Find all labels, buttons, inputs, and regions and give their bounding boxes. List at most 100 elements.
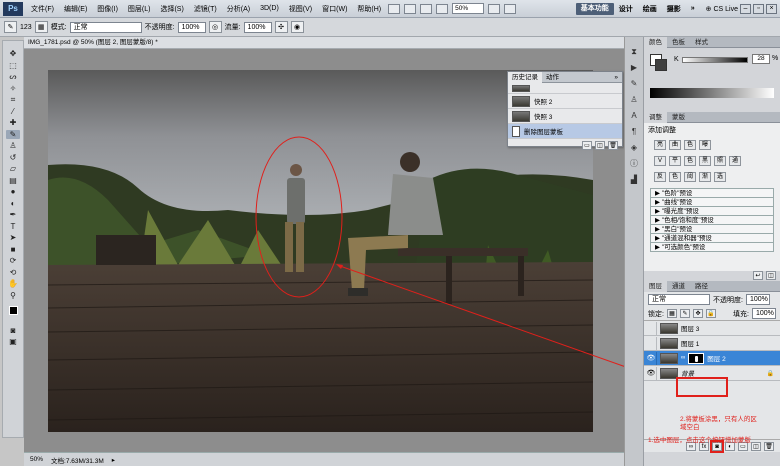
lock-all-icon[interactable]: 🔒 [705,309,716,318]
histogram-panel-icon[interactable]: ▟ [628,175,640,185]
preset-label: "曲线"预设 [661,199,693,206]
history-row-label: 快照 2 [534,99,553,106]
k-channel-label: K [674,56,679,63]
layers-panel: 正常 不透明度: 100% 锁定: ▦ ✎ ✥ 🔒 填充: 100% 图层 3 [644,292,780,453]
history-panel-tabs: 历史记录 动作 » [508,71,622,83]
lock-position-icon[interactable]: ✥ [692,309,703,318]
k-value-field[interactable]: 28 [752,54,770,64]
history-step-icon [512,125,520,137]
history-row-label: 删除图层蒙板 [524,129,563,136]
brightness-icon[interactable]: 亮 [654,140,666,150]
tab-channels[interactable]: 通道 [667,281,690,292]
fill-label: 填充: [733,310,749,318]
adjust-clip-icon[interactable]: ◫ [766,271,776,280]
info-panel-icon[interactable]: ⓘ [628,159,640,169]
link-icon[interactable]: ∞ [681,355,685,361]
k-slider[interactable] [682,57,748,63]
preset-label: "色相/饱和度"预设 [661,217,714,224]
tab-styles[interactable]: 样式 [690,37,713,48]
preset-selective-color[interactable]: ▶ "可选颜色"预设 [650,242,774,252]
annotation-box [676,377,728,397]
hue-sat-icon[interactable]: 平 [669,156,681,166]
threshold-icon[interactable]: 阈 [684,172,696,182]
brush-panel-icon[interactable]: ✎ [628,79,640,89]
tab-color[interactable]: 颜色 [644,36,667,48]
layer-row-1[interactable]: 图层 1 [644,336,780,351]
blend-mode-select[interactable]: 正常 [648,294,710,305]
lock-transparent-icon[interactable]: ▦ [666,309,677,318]
layer-mask-thumb[interactable] [688,352,705,364]
adjust-panel-tabs: 调整 蒙版 [644,111,780,123]
clone-source-icon[interactable]: ♙ [628,95,640,105]
adjust-icons-row3: 反 色 阈 渐 选 [644,169,780,185]
layer-row-2-selected[interactable]: 👁 ∞ 图层 2 [644,351,780,366]
visibility-off-icon[interactable] [646,321,657,335]
adjust-icons-row1: 亮 曲 色 曝 [644,137,780,153]
tab-layers[interactable]: 图层 [644,280,667,292]
panel-collapse-icon[interactable]: » [610,72,622,83]
history-row-partial[interactable] [508,83,622,94]
layer-thumb [660,322,678,334]
navigator-panel-icon[interactable]: ◈ [628,143,640,153]
tab-adjustments[interactable]: 调整 [644,111,667,123]
selective-color-icon[interactable]: 选 [714,172,726,182]
actions-panel-icon[interactable]: ▶ [628,63,640,73]
layer-name: 图层 2 [707,356,726,363]
annotation-note1: 1.选中图层，点击这个按钮增加蒙版 [648,437,751,444]
posterize-icon[interactable]: 色 [669,172,681,182]
fill-field[interactable]: 100% [752,308,776,319]
levels-icon[interactable]: 曲 [669,140,681,150]
color-ramp[interactable] [650,88,774,98]
preset-label: "通道混和器"预设 [661,235,712,242]
tab-paths[interactable]: 路径 [690,281,713,292]
trash-icon[interactable]: 🗑 [608,141,618,150]
adjust-return-icon[interactable]: ↩ [753,271,763,280]
tab-history[interactable]: 历史记录 [508,71,542,83]
preset-label: "曝光度"预设 [661,208,699,215]
color-balance-icon[interactable]: 色 [684,156,696,166]
layer-name: 图层 3 [681,326,700,333]
tab-masks[interactable]: 蒙版 [667,112,690,123]
eye-icon[interactable]: 👁 [646,351,657,365]
status-arrow-icon[interactable]: ▸ [112,456,115,464]
history-row-current[interactable]: 删除图层蒙板 [508,124,622,139]
panel-dock: 颜色 色板 样式 K 28 % 调整 蒙版 添加调整 亮 曲 色 曝 V 平 色… [643,36,780,466]
exposure-icon[interactable]: 曝 [699,140,711,150]
layers-blend-row: 正常 不透明度: 100% [644,292,780,307]
visibility-off-icon[interactable] [646,336,657,350]
new-snapshot-icon[interactable]: ◫ [595,141,605,150]
history-row[interactable]: 快照 2 [508,94,622,109]
layers-panel-tabs: 图层 通道 路径 [644,280,780,292]
lock-label: 锁定: [648,310,664,318]
layer-opacity-field[interactable]: 100% [745,294,770,305]
adjust-title: 添加调整 [648,127,676,134]
lock-pixels-icon[interactable]: ✎ [679,309,690,318]
layer-thumb [660,337,678,349]
new-doc-from-state-icon[interactable]: ▭ [582,141,592,150]
history-row[interactable]: 快照 3 [508,109,622,124]
history-thumb [512,95,530,107]
history-thumb [512,84,530,92]
curves-icon[interactable]: 色 [684,140,696,150]
photo-filter-icon[interactable]: 照 [714,156,726,166]
vibrance-icon[interactable]: V [654,156,666,166]
adjust-icons-row2: V 平 色 黑 照 通 [644,153,780,169]
background-swatch[interactable] [655,59,667,71]
new-layer-icon[interactable]: ◫ [751,442,761,451]
gradient-map-icon[interactable]: 渐 [699,172,711,182]
character-panel-icon[interactable]: A [628,111,640,121]
invert-icon[interactable]: 反 [654,172,666,182]
preset-label: "色阶"预设 [661,190,693,197]
eye-icon[interactable]: 👁 [646,366,657,380]
status-bar: 50% 文档:7.63M/31.3M ▸ [24,452,624,466]
black-white-icon[interactable]: 黑 [699,156,711,166]
tab-swatches[interactable]: 色板 [667,37,690,48]
status-zoom[interactable]: 50% [30,456,43,463]
history-panel-icon[interactable]: ⧗ [628,47,640,57]
adjust-panel: 添加调整 亮 曲 色 曝 V 平 色 黑 照 通 反 色 阈 渐 选 ▶ "色阶… [644,123,780,271]
layer-row-3[interactable]: 图层 3 [644,321,780,336]
delete-layer-icon[interactable]: 🗑 [764,442,774,451]
channel-mixer-icon[interactable]: 通 [729,156,741,166]
paragraph-panel-icon[interactable]: ¶ [628,127,640,137]
tab-actions[interactable]: 动作 [542,72,563,83]
